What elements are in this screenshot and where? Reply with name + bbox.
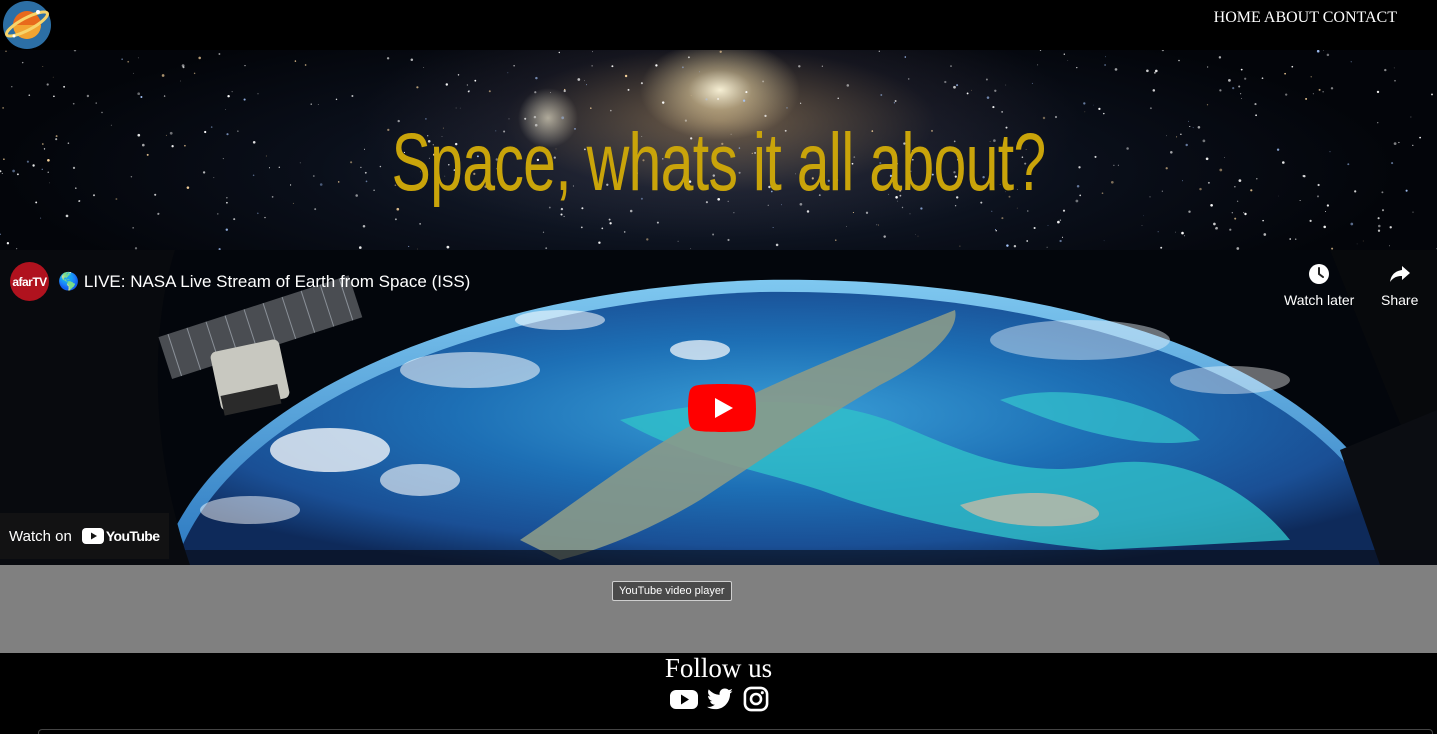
youtube-logo-icon [81, 528, 104, 544]
main-nav: HOME ABOUT CONTACT [1214, 9, 1397, 27]
follow-us-heading: Follow us [664, 653, 773, 683]
channel-avatar[interactable]: afarTV [10, 262, 49, 301]
youtube-icon[interactable] [669, 685, 699, 713]
footer: Follow us [0, 653, 1437, 734]
share-label: Share [1381, 292, 1419, 308]
planet-logo-icon[interactable] [2, 0, 52, 50]
share-button[interactable]: Share [1381, 262, 1418, 308]
nav-home-link[interactable]: HOME [1214, 9, 1261, 26]
share-arrow-icon [1389, 266, 1410, 282]
play-button[interactable] [688, 384, 756, 432]
instagram-icon[interactable] [741, 685, 771, 713]
hero-banner: Space, whats it all about? [0, 50, 1437, 250]
youtube-label: YouTube [105, 528, 160, 544]
watch-on-label: Watch on [9, 527, 72, 545]
video-title[interactable]: 🌎 LIVE: NASA Live Stream of Earth from S… [58, 272, 470, 292]
tooltip: YouTube video player [612, 581, 732, 601]
nav-about-link[interactable]: ABOUT [1264, 9, 1319, 26]
watch-later-label: Watch later [1284, 292, 1355, 308]
watch-on-youtube-button[interactable]: Watch on YouTube [0, 513, 169, 559]
iframe-placeholder-area: YouTube video player [0, 565, 1437, 653]
clock-icon [1309, 264, 1330, 284]
nav-contact-link[interactable]: CONTACT [1323, 9, 1397, 26]
bottom-divider [38, 729, 1433, 734]
top-navigation-bar: HOME ABOUT CONTACT [0, 0, 1437, 50]
social-links [669, 685, 771, 713]
watch-later-button[interactable]: Watch later [1284, 262, 1354, 308]
twitter-icon[interactable] [705, 685, 735, 713]
youtube-embed[interactable]: afarTV 🌎 LIVE: NASA Live Stream of Earth… [0, 250, 1437, 565]
youtube-wordmark: YouTube [81, 528, 160, 544]
hero-title: Space, whats it all about? [391, 117, 1046, 208]
